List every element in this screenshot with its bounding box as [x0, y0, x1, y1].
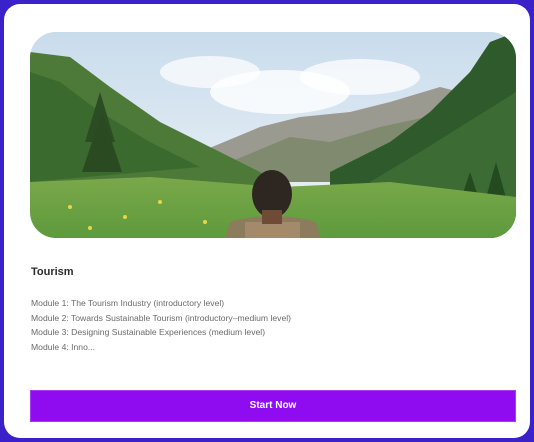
course-title: Tourism: [31, 266, 74, 278]
start-now-button[interactable]: Start Now: [30, 390, 516, 422]
module-item: Module 4: Inno...: [31, 341, 96, 352]
module-item: Module 3: Designing Sustainable Experien…: [31, 327, 266, 337]
module-item: Module 2: Towards Sustainable Tourism (i…: [31, 312, 292, 323]
landscape-image: [30, 32, 516, 238]
module-list: Module 1: The Tourism Industry (introduc…: [31, 296, 291, 354]
course-hero-image: [30, 32, 516, 238]
module-item: Module 1: The Tourism Industry (introduc…: [31, 298, 225, 308]
course-card: Tourism Module 1: The Tourism Industry (…: [4, 4, 530, 438]
